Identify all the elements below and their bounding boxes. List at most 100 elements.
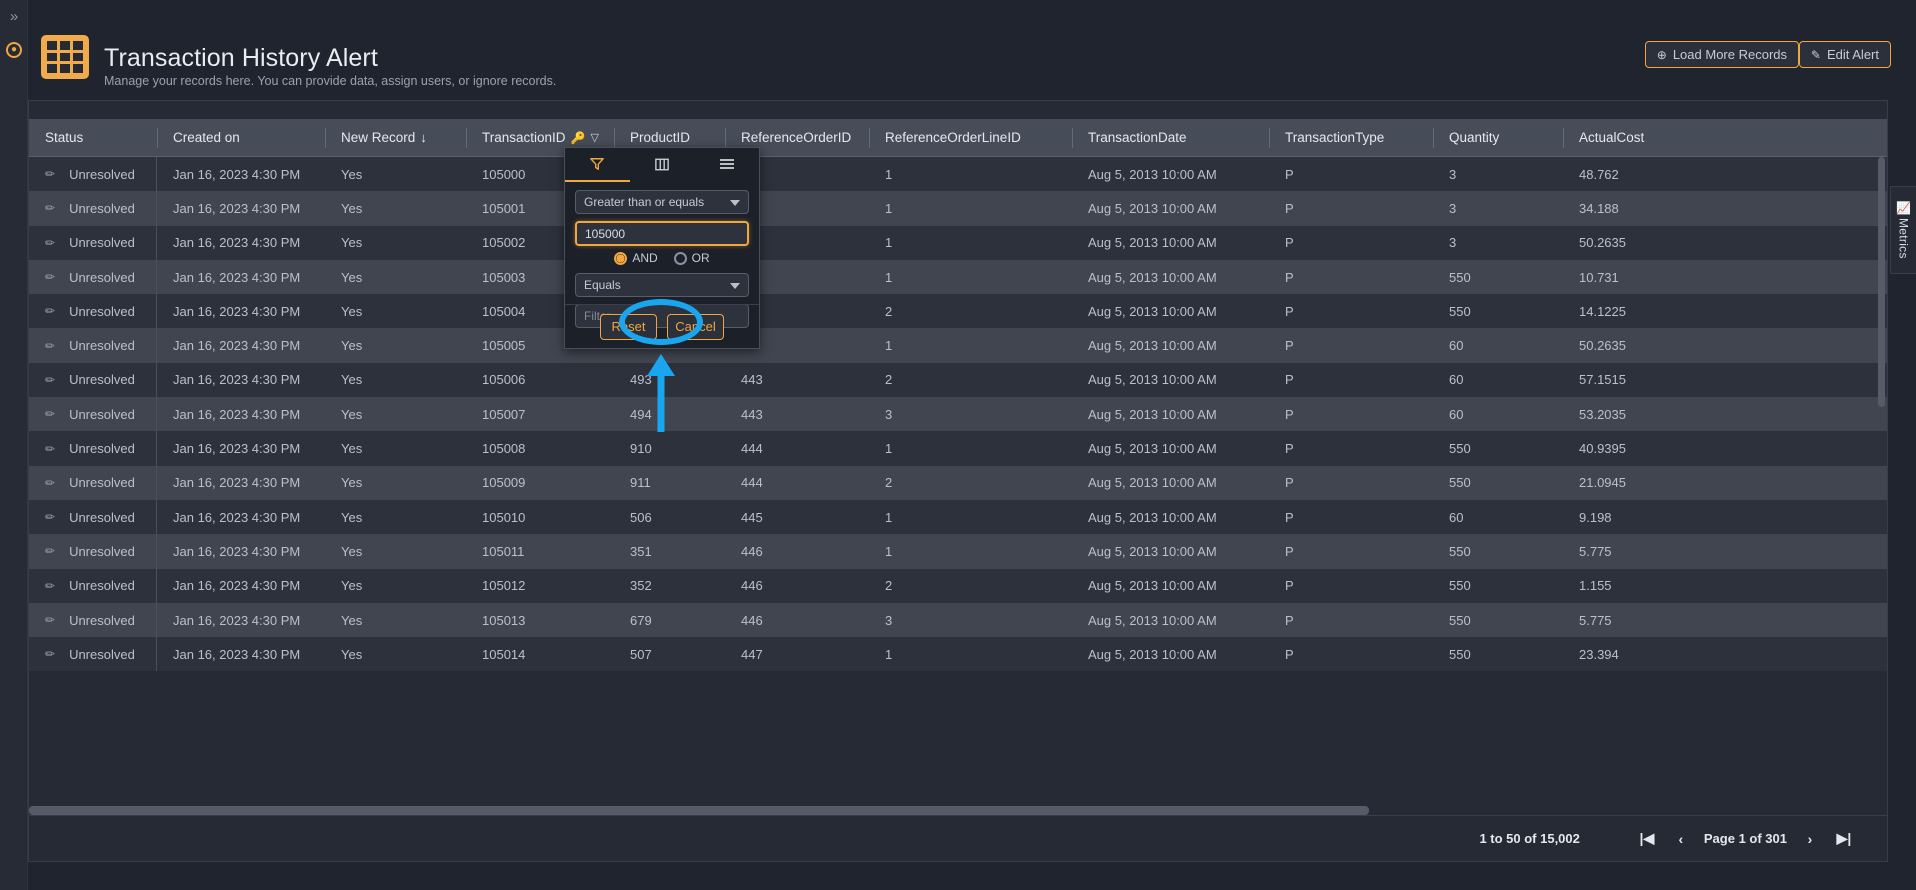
column-header-quantity[interactable]: Quantity: [1433, 119, 1563, 157]
metrics-tab[interactable]: 📈 Metrics: [1890, 186, 1916, 274]
cell-reference_order_line: 2: [869, 363, 1072, 397]
expand-sidebar-icon[interactable]: »: [0, 4, 28, 30]
column-header-new_record[interactable]: New Record ↓: [325, 119, 466, 157]
column-header-label: TransactionType: [1285, 130, 1385, 145]
pencil-icon[interactable]: ✏: [45, 647, 55, 661]
table-row[interactable]: ✏ Unresolved Jan 16, 2023 4:30 PM Yes 105002…: [29, 225, 1887, 261]
table-row[interactable]: ✏ Unresolved Jan 16, 2023 4:30 PM Yes 105013…: [29, 602, 1887, 638]
pencil-icon[interactable]: ✏: [45, 270, 55, 284]
cell-value: Unresolved: [69, 200, 135, 216]
cell-value: 2: [885, 578, 893, 594]
table-row[interactable]: ✏ Unresolved Jan 16, 2023 4:30 PM Yes 105012…: [29, 568, 1887, 604]
cell-value: Aug 5, 2013 10:00 AM: [1088, 612, 1217, 628]
last-page-button[interactable]: ▶|: [1827, 830, 1861, 847]
cell-created_on: Jan 16, 2023 4:30 PM: [157, 294, 325, 328]
reset-button[interactable]: Reset: [600, 313, 657, 340]
cell-value: 445: [741, 509, 763, 525]
column-header-transaction_date[interactable]: TransactionDate: [1072, 119, 1269, 157]
cell-value: 23.394: [1579, 646, 1619, 662]
vertical-scrollbar[interactable]: [1878, 157, 1885, 759]
cell-status: ✏ Unresolved: [29, 602, 157, 638]
cell-value: Aug 5, 2013 10:00 AM: [1088, 235, 1217, 251]
pencil-icon[interactable]: ✏: [45, 407, 55, 421]
table-row[interactable]: ✏ Unresolved Jan 16, 2023 4:30 PM Yes 105003…: [29, 259, 1887, 295]
cell-value: 5.775: [1579, 612, 1612, 628]
pencil-icon[interactable]: ✏: [45, 613, 55, 627]
cell-value: Aug 5, 2013 10:00 AM: [1088, 200, 1217, 216]
condition1-operator-value: Greater than or equals: [584, 195, 705, 209]
cell-value: P: [1285, 578, 1294, 594]
cell-transaction_date: Aug 5, 2013 10:00 AM: [1072, 397, 1269, 431]
metrics-tab-label: Metrics: [1896, 218, 1911, 259]
previous-page-button[interactable]: ‹: [1664, 831, 1698, 847]
pencil-icon[interactable]: ✏: [45, 236, 55, 250]
cell-value: 443: [741, 372, 763, 388]
condition2-operator-select[interactable]: Equals: [575, 273, 749, 297]
pencil-icon[interactable]: ✏: [45, 304, 55, 318]
table-row[interactable]: ✏ Unresolved Jan 16, 2023 4:30 PM Yes 105006…: [29, 362, 1887, 398]
radio-or[interactable]: OR: [673, 251, 710, 265]
pencil-icon[interactable]: ✏: [45, 544, 55, 558]
table-row[interactable]: ✏ Unresolved Jan 16, 2023 4:30 PM Yes 105011…: [29, 534, 1887, 569]
column-header-status[interactable]: Status: [29, 119, 157, 157]
tab-menu[interactable]: [694, 148, 759, 182]
first-page-button[interactable]: |◀: [1630, 830, 1664, 847]
horizontal-scrollbar[interactable]: [29, 806, 1872, 815]
cell-status: ✏ Unresolved: [29, 328, 157, 364]
column-header-transaction_type[interactable]: TransactionType: [1269, 119, 1433, 157]
table-row[interactable]: ✏ Unresolved Jan 16, 2023 4:30 PM Yes 105007…: [29, 397, 1887, 432]
cell-actual_cost: 14.1225: [1563, 294, 1723, 328]
table-row[interactable]: ✏ Unresolved Jan 16, 2023 4:30 PM Yes 105005…: [29, 328, 1887, 364]
cell-transaction_date: Aug 5, 2013 10:00 AM: [1072, 191, 1269, 225]
cell-transaction_type: P: [1269, 637, 1433, 671]
pencil-icon[interactable]: ✏: [45, 476, 55, 490]
cell-value: 447: [741, 646, 763, 662]
cell-reference_order_line: 1: [869, 260, 1072, 294]
cell-value: 3: [885, 612, 893, 628]
cell-value: 550: [1449, 475, 1471, 491]
condition1-operator-select[interactable]: Greater than or equals: [575, 190, 749, 214]
cell-transaction_id: 105008: [466, 431, 614, 465]
table-row[interactable]: ✏ Unresolved Jan 16, 2023 4:30 PM Yes 105001…: [29, 191, 1887, 226]
column-header-reference_order_line[interactable]: ReferenceOrderLineID: [869, 119, 1072, 157]
add-item-icon[interactable]: ●: [6, 42, 22, 58]
pencil-icon[interactable]: ✏: [45, 442, 55, 456]
tab-columns[interactable]: [630, 148, 695, 182]
join-operator-group: AND OR: [575, 251, 749, 265]
cell-transaction_id: 105013: [466, 603, 614, 637]
pencil-icon[interactable]: ✏: [45, 339, 55, 353]
cell-transaction_type: P: [1269, 226, 1433, 260]
cell-value: Unresolved: [69, 269, 135, 285]
column-header-created_on[interactable]: Created on: [157, 119, 325, 157]
cell-transaction_id: 105010: [466, 500, 614, 534]
column-header-actual_cost[interactable]: ActualCost: [1563, 119, 1723, 157]
cell-new_record: Yes: [325, 363, 466, 397]
grid-header-row: Status Created on New Record ↓ TransactionID…: [29, 119, 1887, 157]
pencil-icon[interactable]: ✏: [45, 510, 55, 524]
tab-filter[interactable]: [565, 148, 630, 182]
filter-funnel-icon[interactable]: ▽: [590, 131, 598, 144]
next-page-button[interactable]: ›: [1793, 831, 1827, 847]
edit-alert-button[interactable]: ✎ Edit Alert: [1798, 41, 1891, 68]
pencil-icon[interactable]: ✏: [45, 201, 55, 215]
pencil-icon[interactable]: ✏: [45, 167, 55, 181]
pencil-icon[interactable]: ✏: [45, 579, 55, 593]
condition1-value-input[interactable]: [575, 221, 749, 246]
table-row[interactable]: ✏ Unresolved Jan 16, 2023 4:30 PM Yes 105008…: [29, 431, 1887, 466]
cell-value: P: [1285, 441, 1294, 457]
table-row[interactable]: ✏ Unresolved Jan 16, 2023 4:30 PM Yes 105000…: [29, 157, 1887, 192]
cell-value: Jan 16, 2023 4:30 PM: [173, 612, 301, 628]
page-title: Transaction History Alert: [104, 44, 378, 72]
cancel-button[interactable]: Cancel: [667, 313, 724, 340]
table-row[interactable]: ✏ Unresolved Jan 16, 2023 4:30 PM Yes 105009…: [29, 465, 1887, 501]
cell-value: Yes: [341, 612, 363, 628]
table-row[interactable]: ✏ Unresolved Jan 16, 2023 4:30 PM Yes 105004…: [29, 294, 1887, 329]
table-row[interactable]: ✏ Unresolved Jan 16, 2023 4:30 PM Yes 105010…: [29, 499, 1887, 535]
cell-status: ✏ Unresolved: [29, 431, 157, 466]
load-more-records-button[interactable]: ⊕ Load More Records: [1644, 41, 1799, 68]
radio-and[interactable]: AND: [614, 251, 658, 265]
pencil-icon[interactable]: ✏: [45, 373, 55, 387]
cell-value: 105012: [482, 578, 526, 594]
table-row[interactable]: ✏ Unresolved Jan 16, 2023 4:30 PM Yes 105014…: [29, 637, 1887, 672]
cell-value: 494: [630, 406, 652, 422]
